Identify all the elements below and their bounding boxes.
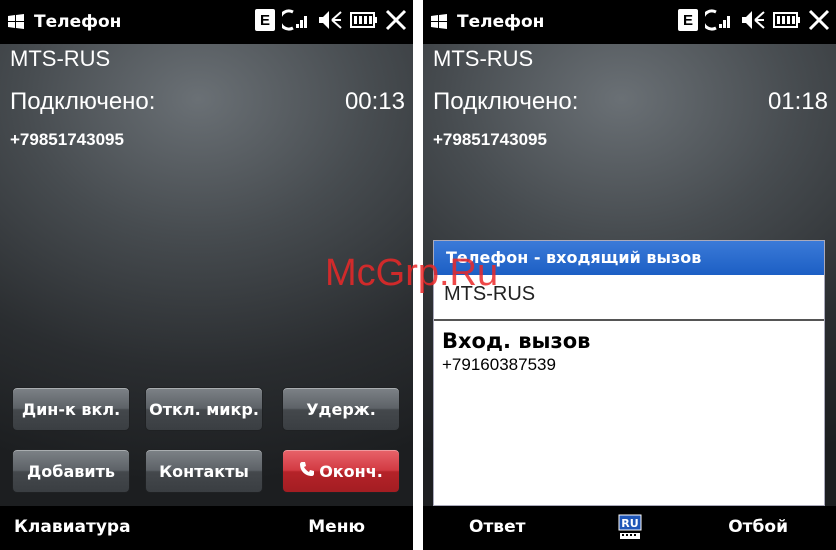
softkey-answer[interactable]: Ответ [469, 517, 525, 537]
signal-strength-icon [705, 8, 733, 32]
caller-number: +79851743095 [433, 130, 547, 149]
phone-screen-active-call: Телефон E MTS-RUS Подключено: 00:13 +798… [0, 0, 413, 550]
windows-start-icon[interactable] [429, 12, 449, 32]
close-icon[interactable] [808, 9, 830, 31]
dialog-heading: Вход. вызов [442, 329, 591, 353]
incoming-number: +79160387539 [442, 355, 556, 374]
contacts-button[interactable]: Контакты [145, 449, 263, 493]
call-timer: 01:18 [767, 88, 828, 115]
input-language-label: RU [621, 517, 638, 530]
edge-network-icon: E [255, 9, 275, 31]
speaker-mute-icon [317, 8, 343, 32]
add-call-button[interactable]: Добавить [12, 449, 130, 493]
dialog-title: Телефон - входящий вызов [434, 241, 824, 275]
dialog-carrier: MTS-RUS [434, 275, 824, 321]
end-call-label: Оконч. [319, 461, 383, 481]
speaker-mute-icon [740, 8, 766, 32]
call-state: Подключено: [433, 88, 579, 115]
app-title: Телефон [457, 12, 545, 32]
softkey-bar: Клавиатура Меню [0, 506, 413, 550]
windows-start-icon[interactable] [6, 12, 26, 32]
signal-strength-icon [282, 8, 310, 32]
incoming-call-dialog: Телефон - входящий вызов MTS-RUS Вход. в… [433, 240, 825, 506]
softkey-bar: Ответ RU Отбой [423, 506, 836, 550]
softkey-menu[interactable]: Меню [308, 517, 365, 537]
end-call-button[interactable]: Оконч. [282, 449, 400, 493]
carrier-name: MTS-RUS [433, 46, 534, 71]
caller-number: +79851743095 [10, 130, 124, 149]
status-bar: Телефон E [423, 0, 836, 44]
speaker-on-button[interactable]: Дин-к вкл. [12, 387, 130, 431]
call-state: Подключено: [10, 88, 156, 115]
phone-screen-incoming-call: Телефон E MTS-RUS Подключено: 01:18 +798… [423, 0, 836, 550]
softkey-keyboard[interactable]: Клавиатура [14, 517, 131, 537]
battery-icon [350, 11, 378, 29]
battery-icon [773, 11, 801, 29]
call-timer: 00:13 [344, 88, 405, 115]
softkey-reject[interactable]: Отбой [728, 517, 788, 537]
edge-network-icon: E [678, 9, 698, 31]
app-title: Телефон [34, 12, 122, 32]
phone-handset-icon [299, 461, 315, 481]
input-language-icon[interactable]: RU [618, 514, 642, 545]
status-bar: Телефон E [0, 0, 413, 44]
carrier-name: MTS-RUS [10, 46, 111, 71]
mute-mic-button[interactable]: Откл. микр. [145, 387, 263, 431]
hold-button[interactable]: Удерж. [282, 387, 400, 431]
close-icon[interactable] [385, 9, 407, 31]
